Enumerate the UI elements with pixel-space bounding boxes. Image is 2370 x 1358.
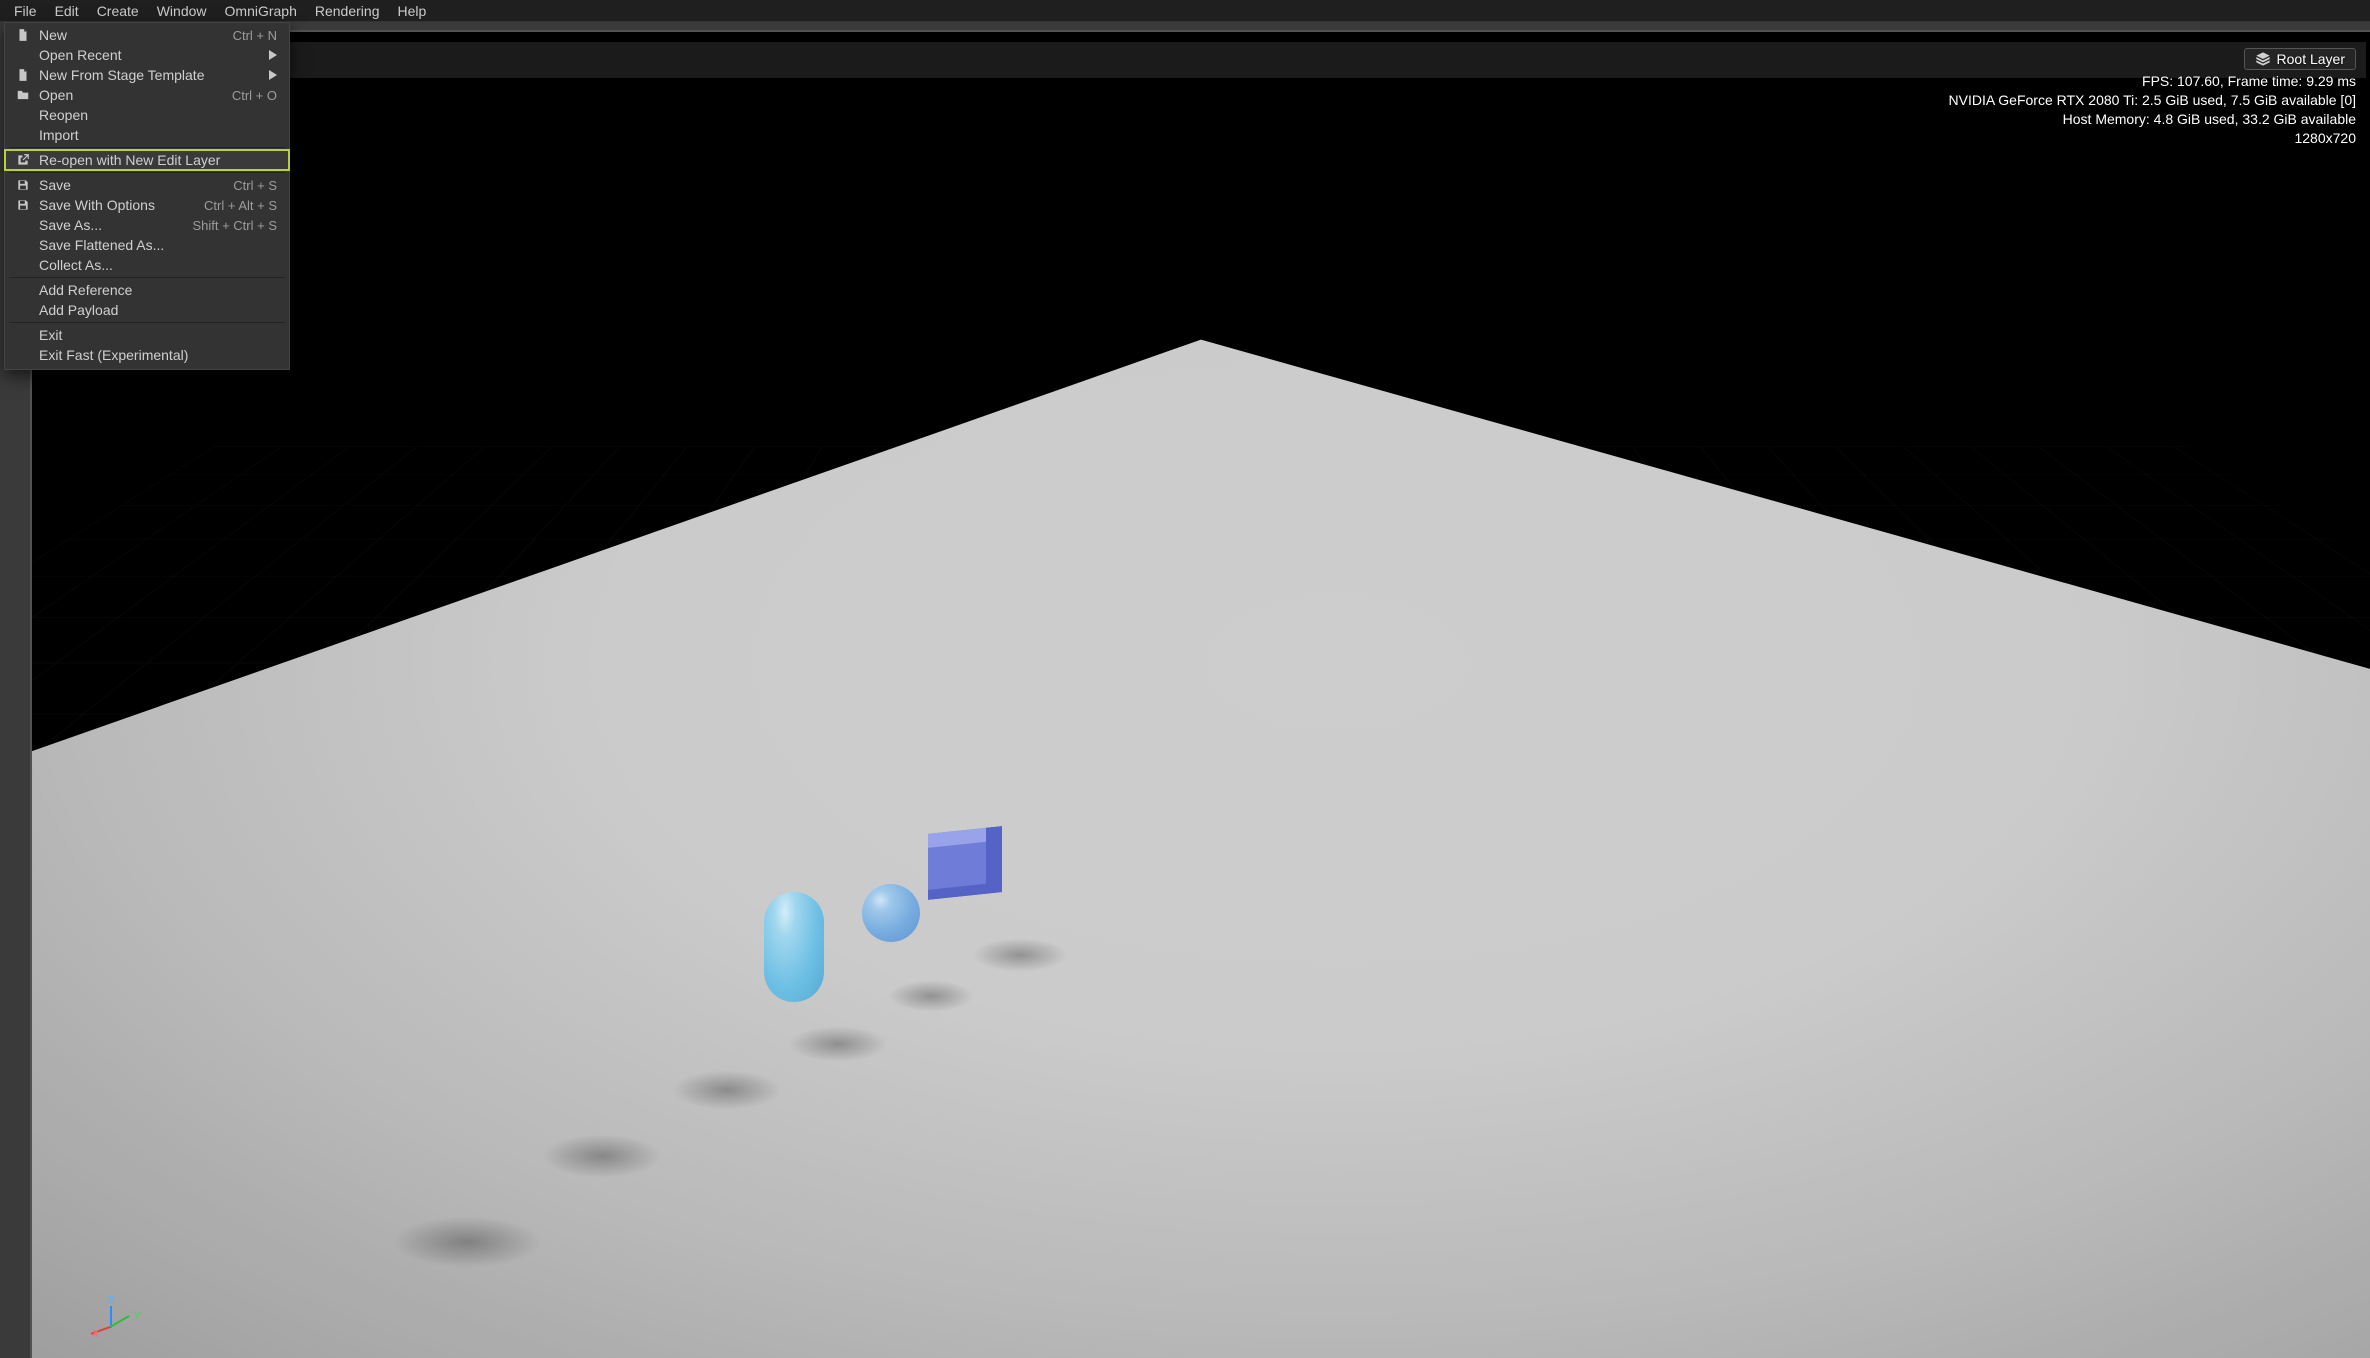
prim-cube[interactable]	[928, 826, 1002, 900]
axis-y-label: Y	[134, 1311, 141, 1322]
prim-sphere[interactable]	[862, 884, 920, 942]
stat-res: 1280x720	[2294, 130, 2356, 146]
file-menu-item[interactable]: Reopen	[5, 105, 289, 125]
menu-item-label: Save	[39, 177, 225, 193]
shadow	[392, 1216, 542, 1268]
file-menu-item[interactable]: New From Stage Template	[5, 65, 289, 85]
file-menu-item[interactable]: Save With Options Ctrl + Alt + S	[5, 195, 289, 215]
menu-item-label: Import	[39, 127, 277, 143]
file-menu-item[interactable]: Add Payload	[5, 300, 289, 320]
prim-capsule[interactable]	[764, 892, 824, 1002]
viewport[interactable]: Root Layer FPS: 107.60, Frame time: 9.29…	[30, 30, 2370, 1358]
axis-x-label: X	[92, 1329, 99, 1340]
stat-gpu: NVIDIA GeForce RTX 2080 Ti: 2.5 GiB used…	[1949, 92, 2357, 108]
menu-item-label: Exit	[39, 327, 277, 343]
file-menu-item[interactable]: Save As... Shift + Ctrl + S	[5, 215, 289, 235]
save-icon	[15, 178, 31, 192]
file-menu-item[interactable]: Save Ctrl + S	[5, 175, 289, 195]
shadow	[542, 1134, 662, 1178]
file-menu-dropdown: New Ctrl + N Open Recent New From Stage Tem…	[4, 22, 290, 370]
shadow	[888, 980, 974, 1012]
menu-omnigraph[interactable]: OmniGraph	[217, 1, 305, 21]
menu-item-label: Open	[39, 87, 224, 103]
menu-item-label: Add Reference	[39, 282, 277, 298]
shadow	[672, 1070, 782, 1110]
external-icon	[15, 153, 31, 167]
menu-item-accelerator: Ctrl + O	[232, 88, 277, 103]
menu-item-label: Open Recent	[39, 47, 261, 63]
root-layer-label: Root Layer	[2277, 51, 2345, 67]
menu-item-accelerator: Ctrl + N	[233, 28, 277, 43]
file-menu-item[interactable]: Open Recent	[5, 45, 289, 65]
menu-item-label: New	[39, 27, 225, 43]
menu-separator	[9, 322, 285, 323]
menu-item-label: New From Stage Template	[39, 67, 261, 83]
menu-create[interactable]: Create	[89, 1, 147, 21]
menu-item-label: Save As...	[39, 217, 184, 233]
file-menu-item[interactable]: Collect As...	[5, 255, 289, 275]
menu-help[interactable]: Help	[389, 1, 434, 21]
menu-item-label: Add Payload	[39, 302, 277, 318]
menu-item-label: Exit Fast (Experimental)	[39, 347, 277, 363]
menu-item-label: Save Flattened As...	[39, 237, 277, 253]
menu-window[interactable]: Window	[149, 1, 215, 21]
file-menu-item[interactable]: Re-open with New Edit Layer	[5, 150, 289, 170]
menu-item-label: Save With Options	[39, 197, 196, 213]
shadow	[788, 1026, 888, 1062]
viewport-stats: Root Layer FPS: 107.60, Frame time: 9.29…	[1949, 48, 2357, 146]
chevron-right-icon	[269, 70, 277, 80]
workspace: Root Layer FPS: 107.60, Frame time: 9.29…	[0, 22, 2370, 1358]
file-menu-item[interactable]: Exit Fast (Experimental)	[5, 345, 289, 365]
axis-gizmo[interactable]: Z Y X	[94, 1300, 130, 1336]
menu-file[interactable]: File	[6, 1, 45, 21]
menu-item-accelerator: Ctrl + Alt + S	[204, 198, 277, 213]
file-menu-item[interactable]: Import	[5, 125, 289, 145]
app-root: File Edit Create Window OmniGraph Render…	[0, 0, 2370, 1358]
file-menu-item[interactable]: Add Reference	[5, 280, 289, 300]
file-icon	[15, 28, 31, 42]
menu-item-accelerator: Shift + Ctrl + S	[192, 218, 277, 233]
menu-separator	[9, 172, 285, 173]
file-menu-item[interactable]: Open Ctrl + O	[5, 85, 289, 105]
stat-mem: Host Memory: 4.8 GiB used, 33.2 GiB avai…	[2063, 111, 2356, 127]
shadow	[972, 938, 1068, 972]
layers-icon	[2255, 51, 2271, 67]
menu-rendering[interactable]: Rendering	[307, 1, 388, 21]
menu-item-accelerator: Ctrl + S	[233, 178, 277, 193]
file-menu-item[interactable]: New Ctrl + N	[5, 25, 289, 45]
stat-fps: FPS: 107.60, Frame time: 9.29 ms	[2142, 73, 2356, 89]
menu-separator	[9, 277, 285, 278]
folder-icon	[15, 88, 31, 102]
file-icon	[15, 68, 31, 82]
file-menu-item[interactable]: Exit	[5, 325, 289, 345]
menu-item-label: Reopen	[39, 107, 277, 123]
menu-item-label: Re-open with New Edit Layer	[39, 152, 277, 168]
root-layer-chip[interactable]: Root Layer	[2244, 48, 2356, 70]
menu-item-label: Collect As...	[39, 257, 277, 273]
menu-separator	[9, 147, 285, 148]
axis-z-label: Z	[108, 1295, 114, 1306]
menubar: File Edit Create Window OmniGraph Render…	[0, 0, 2370, 22]
chevron-right-icon	[269, 50, 277, 60]
save-icon	[15, 198, 31, 212]
file-menu-item[interactable]: Save Flattened As...	[5, 235, 289, 255]
menu-edit[interactable]: Edit	[47, 1, 87, 21]
